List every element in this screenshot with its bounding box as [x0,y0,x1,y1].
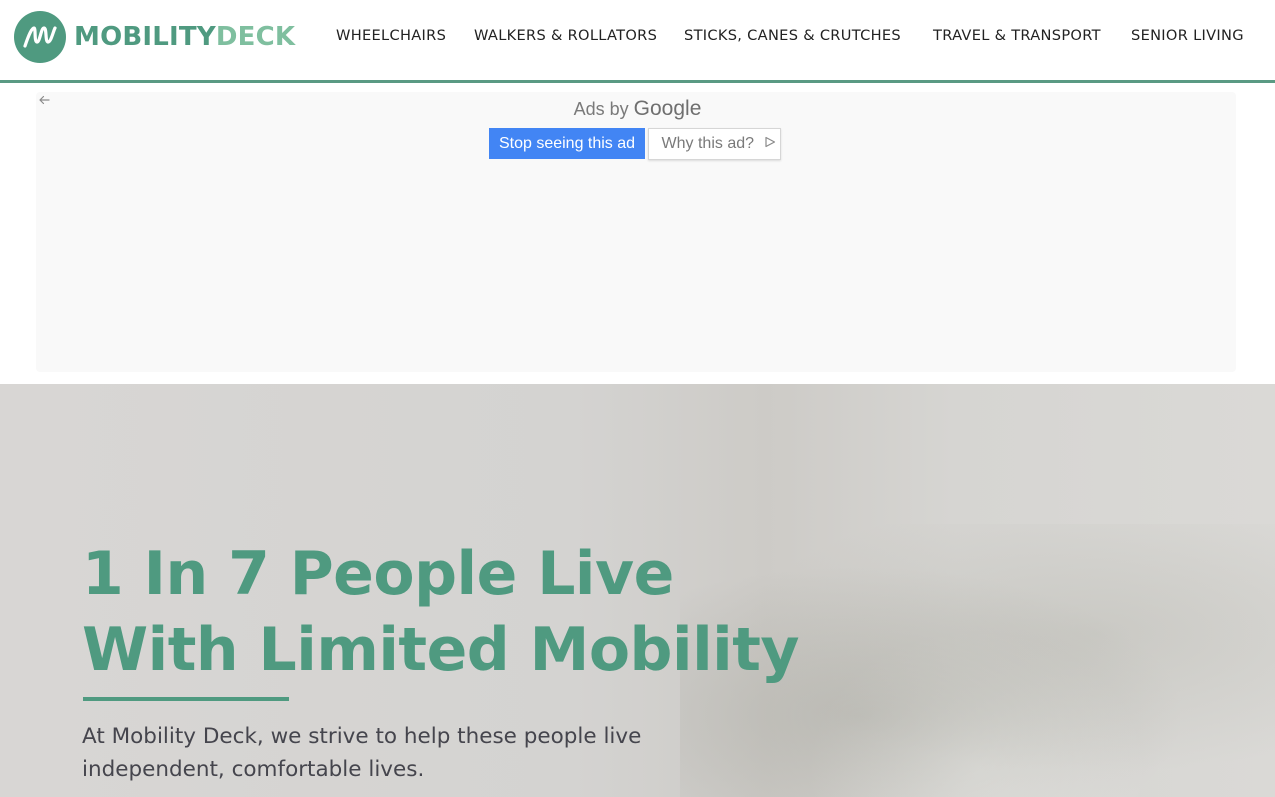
hero-subtitle-line-1: At Mobility Deck, we strive to help thes… [82,724,642,749]
hero-title-line-1: 1 In 7 People Live [82,539,674,609]
hero-subtitle-line-2: independent, comfortable lives. [82,757,425,782]
nav-item-senior-living[interactable]: SENIOR LIVING [1131,27,1244,44]
why-this-ad-button[interactable]: Why this ad? [648,128,781,160]
stop-seeing-ad-button[interactable]: Stop seeing this ad [489,128,645,159]
hero-divider [83,697,289,701]
play-triangle-icon [764,129,776,159]
hero-title-line-2: With Limited Mobility [82,615,800,685]
ads-by-text: Ads by [573,99,629,119]
why-this-ad-label: Why this ad? [661,135,755,153]
google-wordmark: Google [633,97,702,120]
site-header: MOBILITYDECK WHEELCHAIRS WALKERS & ROLLA… [0,0,1275,83]
hero-subtitle: At Mobility Deck, we strive to help thes… [82,720,722,786]
hero-section: 1 In 7 People Live With Limited Mobility… [0,384,1275,797]
hero-title: 1 In 7 People Live With Limited Mobility [82,536,982,688]
nav-item-walkers-rollators[interactable]: WALKERS & ROLLATORS [474,27,657,44]
main-nav: WHEELCHAIRS WALKERS & ROLLATORS STICKS, … [0,27,1275,49]
nav-item-sticks-canes-crutches[interactable]: STICKS, CANES & CRUTCHES [684,27,901,44]
nav-item-travel-transport[interactable]: TRAVEL & TRANSPORT [933,27,1101,44]
ads-by-google-label: Ads by Google [0,97,1275,121]
nav-item-wheelchairs[interactable]: WHEELCHAIRS [336,27,446,44]
